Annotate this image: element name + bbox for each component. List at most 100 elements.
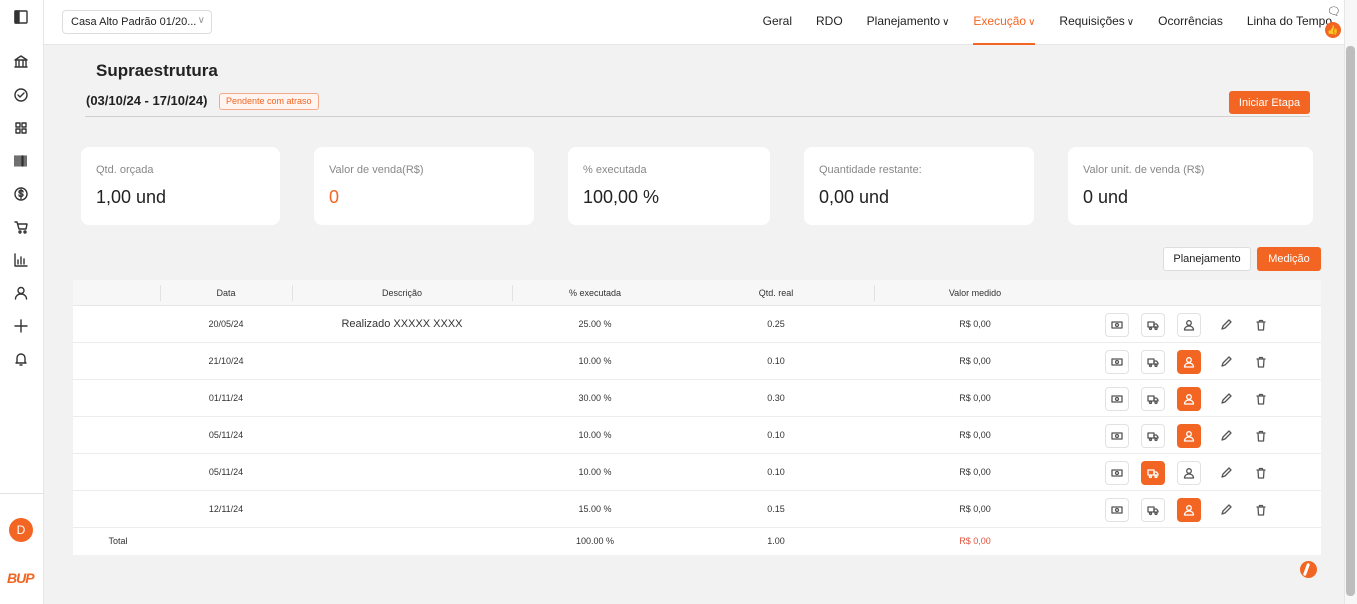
trash-icon[interactable] (1249, 350, 1273, 374)
pencil-icon[interactable] (1214, 498, 1238, 522)
card-unit-sale-value: Valor unit. de venda (R$) 0 und (1068, 147, 1313, 225)
person-icon[interactable] (1177, 350, 1201, 374)
card-value: 0 und (1083, 187, 1129, 207)
chevron-down-icon: ∨ (1028, 17, 1036, 28)
cell-qty: 0.10 (767, 430, 785, 440)
panel-toggle-icon[interactable] (10, 6, 32, 28)
nav-item-label: RDO (816, 14, 843, 28)
table-row: 05/11/24 10.00 % 0.10 R$ 0,00 (73, 417, 1321, 454)
bar-chart-icon[interactable] (10, 249, 32, 271)
nav-item-label: Execução (973, 14, 1027, 28)
cell-date: 05/11/24 (208, 467, 244, 477)
card-label: Valor unit. de venda (R$) (1083, 164, 1205, 176)
project-select[interactable]: Casa Alto Padrão 01/20... ∨ (62, 10, 212, 34)
total-qty: 1.00 (767, 536, 785, 546)
money-icon[interactable] (1105, 313, 1129, 337)
trash-icon[interactable] (1249, 313, 1273, 337)
nav-item-requisi-es[interactable]: Requisições ∨ (1047, 0, 1146, 45)
cell-value: R$ 0,00 (959, 393, 991, 403)
sidebar: D BUP (0, 0, 44, 604)
card-budget-qty: Qtd. orçada 1,00 und (81, 147, 280, 225)
money-icon[interactable] (1105, 350, 1129, 374)
truck-icon[interactable] (1141, 387, 1165, 411)
money-icon[interactable] (1105, 387, 1129, 411)
cart-icon[interactable] (10, 216, 32, 238)
barcode-icon[interactable] (10, 150, 32, 172)
help-fab-icon[interactable] (1300, 561, 1317, 578)
dollar-icon[interactable] (10, 183, 32, 205)
header-divider (85, 116, 1310, 117)
cell-percent: 10.00 % (578, 356, 612, 366)
money-icon[interactable] (1105, 498, 1129, 522)
trash-icon[interactable] (1249, 424, 1273, 448)
person-icon[interactable] (1177, 498, 1201, 522)
cell-date: 05/11/24 (208, 430, 244, 440)
truck-icon[interactable] (1141, 498, 1165, 522)
cell-qty: 0.30 (767, 393, 785, 403)
chevron-down-icon: ∨ (942, 17, 950, 28)
truck-icon[interactable] (1141, 350, 1165, 374)
person-icon[interactable] (1177, 387, 1201, 411)
check-circle-icon[interactable] (10, 84, 32, 106)
pencil-icon[interactable] (1214, 387, 1238, 411)
cell-date: 21/10/24 (208, 356, 244, 366)
nav-item-rdo[interactable]: RDO (804, 0, 855, 45)
tab-medicao[interactable]: Medição (1257, 247, 1321, 271)
comment-icon[interactable]: 🗨 (1325, 5, 1343, 18)
bank-icon[interactable] (10, 51, 32, 73)
money-icon[interactable] (1105, 424, 1129, 448)
thumbs-up-icon[interactable]: 👍 (1325, 22, 1341, 38)
start-stage-button[interactable]: Iniciar Etapa (1229, 91, 1310, 114)
cell-qty: 0.25 (767, 319, 785, 329)
truck-icon[interactable] (1141, 424, 1165, 448)
cell-description (292, 417, 512, 454)
truck-icon[interactable] (1141, 313, 1165, 337)
cell-description (292, 491, 512, 528)
avatar[interactable]: D (9, 518, 33, 542)
header-percent: % executada (568, 288, 622, 298)
nav-item-label: Planejamento (866, 14, 941, 28)
cell-value: R$ 0,00 (959, 430, 991, 440)
nav-item-planejamento[interactable]: Planejamento ∨ (855, 0, 962, 45)
plus-icon[interactable] (10, 315, 32, 337)
tab-planejamento[interactable]: Planejamento (1163, 247, 1251, 271)
scrollbar[interactable] (1344, 0, 1357, 604)
cell-description (292, 380, 512, 417)
table-row: 05/11/24 10.00 % 0.10 R$ 0,00 (73, 454, 1321, 491)
truck-icon[interactable] (1141, 461, 1165, 485)
person-icon[interactable] (1177, 461, 1201, 485)
scrollbar-thumb[interactable] (1346, 46, 1355, 596)
cell-description (292, 454, 512, 491)
cell-percent: 25.00 % (578, 319, 612, 329)
top-right-icons: 🗨 👍 (1325, 5, 1343, 38)
pencil-icon[interactable] (1214, 350, 1238, 374)
header-valor: Valor medido (948, 288, 1002, 298)
cell-percent: 10.00 % (578, 430, 612, 440)
card-value: 0 (329, 187, 340, 207)
bell-icon[interactable] (10, 348, 32, 370)
header-descricao: Descrição (381, 288, 422, 298)
user-icon[interactable] (10, 282, 32, 304)
nav-item-ocorr-ncias[interactable]: Ocorrências (1146, 0, 1235, 45)
pencil-icon[interactable] (1214, 461, 1238, 485)
pencil-icon[interactable] (1214, 424, 1238, 448)
trash-icon[interactable] (1249, 498, 1273, 522)
pencil-icon[interactable] (1214, 313, 1238, 337)
table-header: Data Descrição % executada Qtd. real Val… (73, 280, 1321, 306)
status-badge: Pendente com atraso (219, 93, 319, 110)
person-icon[interactable] (1177, 313, 1201, 337)
sidebar-divider (0, 493, 44, 494)
person-icon[interactable] (1177, 424, 1201, 448)
table-row: 20/05/24 Realizado XXXXX XXXX 25.00 % 0.25 R… (73, 306, 1321, 343)
money-icon[interactable] (1105, 461, 1129, 485)
card-label: Quantidade restante: (819, 164, 922, 176)
trash-icon[interactable] (1249, 461, 1273, 485)
measurements-table: Data Descrição % executada Qtd. real Val… (73, 280, 1321, 555)
chevron-down-icon: ∨ (197, 15, 205, 26)
trash-icon[interactable] (1249, 387, 1273, 411)
nav-item-label: Requisições (1059, 14, 1125, 28)
nav-item-execu-o[interactable]: Execução ∨ (961, 0, 1047, 45)
grid-icon[interactable] (10, 117, 32, 139)
nav-item-geral[interactable]: Geral (751, 0, 804, 45)
cell-date: 12/11/24 (208, 504, 244, 514)
